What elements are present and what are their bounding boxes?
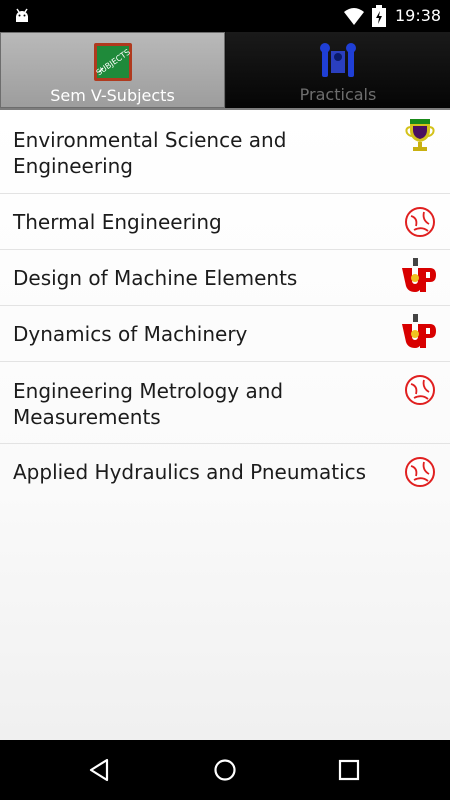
status-bar: 19:38 — [0, 0, 450, 32]
list-item[interactable]: Applied Hydraulics and Pneumatics — [0, 444, 450, 500]
subject-label: Applied Hydraulics and Pneumatics — [13, 460, 367, 484]
up-icon — [402, 314, 436, 348]
subject-label: Engineering Metrology and Measurements — [13, 379, 284, 429]
battery-charging-icon — [372, 5, 386, 27]
list-item[interactable]: Design of Machine Elements — [0, 250, 450, 306]
tab-sem-v-subjects[interactable]: SUBJECTS Sem V-Subjects — [0, 32, 225, 108]
subject-label: Design of Machine Elements — [13, 266, 298, 290]
tab-label: Sem V-Subjects — [50, 86, 175, 105]
tab-label: Practicals — [299, 85, 377, 104]
list-item[interactable]: Engineering Metrology and Measurements — [0, 362, 450, 444]
list-item[interactable]: Thermal Engineering — [0, 194, 450, 250]
screen: 19:38 SUBJECTS Sem V-Subjects Practicals… — [0, 0, 450, 800]
wifi-icon — [344, 8, 364, 25]
tab-practicals[interactable]: Practicals — [226, 32, 450, 108]
up-icon — [402, 258, 436, 292]
tab-bar: SUBJECTS Sem V-Subjects Practicals — [0, 32, 450, 110]
subject-label: Dynamics of Machinery — [13, 322, 248, 346]
back-icon[interactable] — [85, 755, 115, 785]
subjects-chalkboard-icon: SUBJECTS — [93, 43, 132, 81]
android-icon — [16, 8, 28, 22]
status-time: 19:38 — [395, 6, 442, 25]
ball-icon — [405, 457, 435, 487]
ball-icon — [405, 375, 435, 405]
navigation-bar — [0, 740, 450, 800]
list-item[interactable]: Dynamics of Machinery — [0, 306, 450, 362]
trophy-icon — [405, 119, 435, 151]
tools-icon — [320, 43, 356, 77]
recents-icon[interactable] — [334, 755, 364, 785]
ball-icon — [405, 207, 435, 237]
subject-label: Thermal Engineering — [13, 210, 222, 234]
subject-list: Environmental Science and Engineering Th… — [0, 110, 450, 740]
subject-label: Environmental Science and Engineering — [13, 128, 287, 178]
home-icon[interactable] — [210, 755, 240, 785]
list-item[interactable]: Environmental Science and Engineering — [0, 110, 450, 194]
